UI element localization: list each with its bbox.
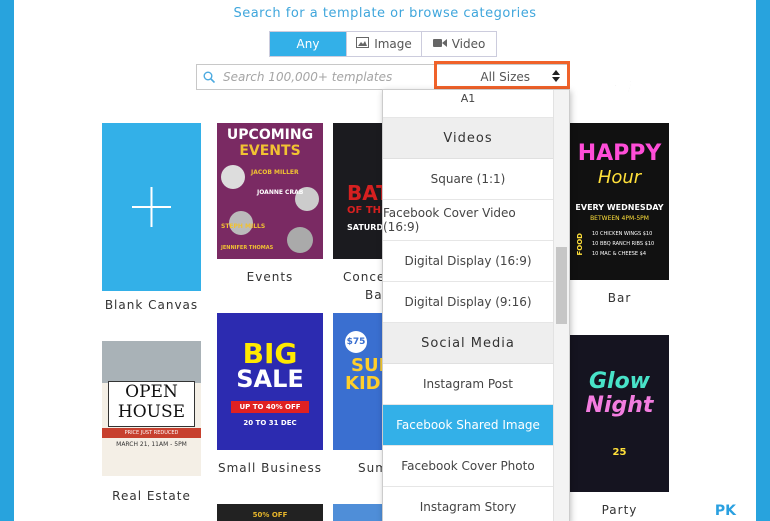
size-option-list: A1 Videos Square (1:1) Facebook Cover Vi… bbox=[383, 90, 553, 521]
events-title-1: UPCOMING bbox=[226, 127, 314, 143]
plus-icon bbox=[132, 187, 171, 227]
tab-label: Any bbox=[296, 37, 320, 51]
size-select-value: All Sizes bbox=[480, 70, 530, 84]
size-group-header: Videos bbox=[383, 118, 553, 159]
concert-day: SATURD bbox=[347, 223, 384, 232]
size-select[interactable]: All Sizes bbox=[436, 64, 569, 90]
tab-video[interactable]: Video bbox=[421, 32, 496, 56]
open-house-sign: OPEN HOUSE bbox=[108, 381, 195, 427]
size-option[interactable]: Instagram Story bbox=[383, 487, 553, 521]
size-option[interactable]: A1 bbox=[383, 90, 553, 118]
date-line: MARCH 21, 11AM - 5PM bbox=[116, 441, 187, 448]
size-option[interactable]: Square (1:1) bbox=[383, 159, 553, 200]
avatar bbox=[287, 227, 313, 253]
tab-label: Video bbox=[451, 37, 486, 51]
sale-line-3: UP TO 40% OFF bbox=[231, 401, 309, 413]
bar-item: 10 CHICKEN WINGS $10 bbox=[592, 231, 653, 237]
image-icon bbox=[356, 37, 370, 51]
category-label-real-estate: Real Estate bbox=[112, 489, 191, 503]
template-browser: Search for a template or browse categori… bbox=[14, 0, 756, 521]
annotation-label: 選擇尺寸 bbox=[579, 72, 673, 98]
size-option-selected[interactable]: Facebook Shared Image bbox=[383, 405, 553, 446]
events-name: JENNIFER THOMAS bbox=[221, 245, 274, 251]
events-title-2: EVENTS bbox=[239, 143, 301, 159]
sale-line-4: 20 TO 31 DEC bbox=[243, 419, 297, 427]
size-dropdown-menu: A1 Videos Square (1:1) Facebook Cover Vi… bbox=[382, 89, 570, 521]
price-banner: PRICE JUST REDUCED bbox=[102, 428, 201, 438]
category-label-small-business: Small Business bbox=[217, 461, 323, 475]
tab-any[interactable]: Any bbox=[270, 32, 346, 56]
bar-subtitle: Hour bbox=[597, 167, 642, 188]
tab-image[interactable]: Image bbox=[346, 32, 421, 56]
watermark-logo: PK bbox=[714, 503, 736, 519]
sale-line-2: SALE bbox=[236, 365, 304, 393]
category-label-party: Party bbox=[601, 503, 638, 517]
partial-thumbnail[interactable]: 50% OFF bbox=[217, 504, 323, 521]
partial-thumb-text: 50% OFF bbox=[252, 511, 288, 519]
summer-price: $75 bbox=[345, 331, 367, 353]
sort-arrows-icon bbox=[552, 69, 560, 85]
bar-food: FOOD bbox=[576, 233, 584, 256]
size-option[interactable]: Facebook Cover Video (16:9) bbox=[383, 200, 553, 241]
events-name: STEPH MILLS bbox=[221, 223, 266, 230]
sale-line-1: BIG bbox=[242, 337, 298, 370]
party-title-2: Night bbox=[585, 393, 654, 418]
house-photo bbox=[102, 341, 201, 383]
scrollbar-thumb[interactable] bbox=[556, 247, 567, 324]
bar-thumbnail[interactable]: HAPPY Hour EVERY WEDNESDAY BETWEEN 4PM-5… bbox=[570, 123, 669, 280]
bar-time: BETWEEN 4PM-5PM bbox=[590, 215, 649, 222]
category-label-events: Events bbox=[246, 270, 294, 284]
real-estate-thumbnail[interactable]: OPEN HOUSE PRICE JUST REDUCED MARCH 21, … bbox=[102, 341, 201, 476]
page-heading: Search for a template or browse categori… bbox=[233, 6, 537, 21]
avatar bbox=[221, 165, 245, 189]
tab-label: Image bbox=[374, 37, 412, 51]
size-group-header: Social Media bbox=[383, 323, 553, 364]
small-business-thumbnail[interactable]: BIG SALE UP TO 40% OFF 20 TO 31 DEC bbox=[217, 313, 323, 450]
size-option[interactable]: Digital Display (9:16) bbox=[383, 282, 553, 323]
events-name: JOANNE CRAB bbox=[257, 189, 304, 196]
sign-line-2: HOUSE bbox=[117, 402, 186, 422]
party-date: 25 bbox=[612, 447, 627, 458]
media-type-tabs: Any Image Video bbox=[269, 31, 497, 57]
dropdown-scrollbar[interactable] bbox=[553, 90, 569, 521]
bar-item: 10 BBQ RANCH RIBS $10 bbox=[592, 241, 655, 247]
bar-line: EVERY WEDNESDAY bbox=[575, 203, 664, 212]
bar-item: 10 MAC & CHEESE $4 bbox=[592, 251, 647, 257]
size-option[interactable]: Facebook Cover Photo bbox=[383, 446, 553, 487]
category-label-blank: Blank Canvas bbox=[104, 298, 199, 312]
size-option[interactable]: Digital Display (16:9) bbox=[383, 241, 553, 282]
events-name: JACOB MILLER bbox=[251, 169, 299, 176]
video-icon bbox=[432, 37, 447, 51]
size-option[interactable]: Instagram Post bbox=[383, 364, 553, 405]
search-icon bbox=[203, 68, 216, 87]
party-thumbnail[interactable]: Glow Night 25 bbox=[570, 335, 669, 492]
category-label-bar: Bar bbox=[607, 291, 632, 305]
sign-line-1: OPEN bbox=[125, 382, 178, 402]
party-title-1: Glow bbox=[588, 369, 651, 394]
search-input[interactable] bbox=[221, 69, 425, 85]
search-box bbox=[196, 64, 437, 90]
blank-canvas-card[interactable] bbox=[102, 123, 201, 291]
events-thumbnail[interactable]: UPCOMING EVENTS JACOB MILLER JOANNE CRAB… bbox=[217, 123, 323, 259]
bar-title: HAPPY bbox=[577, 141, 662, 166]
